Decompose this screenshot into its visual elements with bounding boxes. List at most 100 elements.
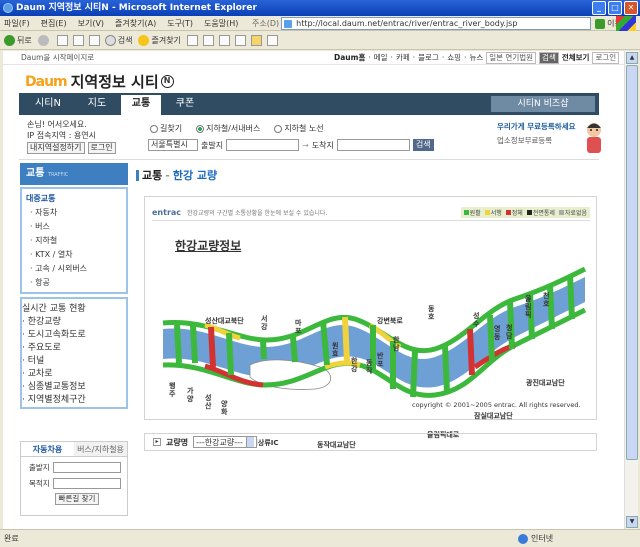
sidebar-section-public[interactable]: 대중교통 [22, 191, 126, 206]
menu-help[interactable]: 도움말(H) [204, 18, 238, 29]
nav-tab-cityn[interactable]: 시티N [25, 93, 71, 115]
cafe-link[interactable]: 카페 [396, 51, 410, 65]
go-arrow-icon [595, 18, 606, 29]
mail-icon[interactable] [202, 34, 214, 46]
bridge-seongsu[interactable] [467, 328, 475, 376]
sidebar-section-realtime[interactable]: 실시간 교통 현황 [22, 301, 126, 314]
to-label: 도착지 [311, 140, 334, 150]
radio-subway-bus[interactable]: 지하철/서내버스 [196, 123, 260, 134]
sidebar-item-regional-congestion[interactable]: · 지역별정체구간 [22, 392, 126, 405]
route-from-input[interactable] [52, 462, 121, 473]
favorites-button[interactable]: 즐겨찾기 [138, 34, 181, 46]
login-button[interactable]: 로그인 [87, 142, 116, 154]
top-search-input[interactable]: 일본 연기법원 [486, 52, 537, 64]
promo-banner[interactable]: 우리가게 무료등록하세요 업소정보무료등록 [497, 121, 607, 155]
news-link[interactable]: 뉴스 [469, 51, 483, 65]
sidebar-item-urban-expressway[interactable]: · 도시고속화도로 [22, 327, 126, 340]
sidebar-item-han-bridges[interactable]: · 한강교량 [22, 314, 126, 327]
bridge-cheonho[interactable] [567, 274, 575, 320]
set-homepage-link[interactable]: Daum을 시작페이지로 [21, 51, 94, 65]
bridge-haengju[interactable] [174, 324, 182, 364]
edit-icon[interactable] [234, 34, 246, 46]
sidebar-item-main-roads[interactable]: · 주요도로 [22, 340, 126, 353]
to-input[interactable] [336, 139, 410, 151]
bridge-hannam[interactable] [410, 350, 418, 398]
blog-link[interactable]: 블로그 [418, 51, 439, 65]
close-button[interactable]: ✕ [624, 1, 638, 15]
fast-route-button[interactable]: 빠른길 찾기 [55, 493, 99, 505]
sidebar-item-subway[interactable]: · 지하철 [22, 234, 126, 248]
bridge-gayang[interactable] [190, 324, 198, 364]
tab-car-route[interactable]: 자동차용 [21, 442, 74, 456]
shopping-link[interactable]: 쇼핑 [447, 51, 461, 65]
nav-tab-traffic[interactable]: 교통 [121, 95, 161, 115]
bridge-select-value: ---한강교량--- [196, 437, 243, 447]
menu-tools[interactable]: 도구(T) [167, 18, 193, 29]
sidebar-item-bus[interactable]: · 버스 [22, 220, 126, 234]
menu-view[interactable]: 보기(V) [78, 18, 104, 29]
view-all-link[interactable]: 전체보기 [562, 51, 590, 65]
bridge-yeongdong[interactable] [487, 314, 495, 362]
menu-file[interactable]: 파일(F) [4, 18, 30, 29]
menu-edit[interactable]: 편집(E) [41, 18, 67, 29]
home-icon[interactable] [88, 34, 100, 46]
search-button[interactable]: 검색 [104, 34, 132, 46]
bridge-seogang[interactable] [260, 339, 267, 360]
messenger-icon[interactable] [266, 34, 278, 46]
bridge-wonhyo[interactable] [320, 320, 330, 366]
sidebar-item-ktx[interactable]: · KTX / 열차 [22, 248, 126, 262]
bridge-map-panel: entrac 한강교량의 구간별 소통상황을 한눈에 보실 수 있습니다. 원활… [144, 196, 597, 449]
sidebar-item-intersections[interactable]: · 교차로 [22, 366, 126, 379]
scroll-down-icon[interactable]: ▼ [626, 516, 638, 528]
scroll-up-icon[interactable]: ▲ [626, 52, 638, 64]
zone-indicator: 인터넷 [518, 530, 553, 547]
menu-favorites[interactable]: 즐겨찾기(A) [115, 18, 156, 29]
label-cheongdam: 청담 [506, 324, 513, 340]
radio-subway-line[interactable]: 지하철 노선 [274, 123, 324, 134]
mail-link[interactable]: 메일 [374, 51, 388, 65]
search-submit-button[interactable]: 검색 [412, 139, 434, 151]
sidebar-item-tunnels[interactable]: · 터널 [22, 353, 126, 366]
tab-transit-route[interactable]: 버스/지하철용 [74, 442, 127, 456]
refresh-icon[interactable] [72, 34, 84, 46]
print-icon[interactable] [218, 34, 230, 46]
bridge-mapo[interactable] [290, 336, 298, 363]
sidebar-item-express-bus[interactable]: · 고속 / 시외버스 [22, 262, 126, 276]
vertical-scrollbar[interactable]: ▲ ▼ [624, 51, 638, 529]
bridge-hangang[interactable] [342, 316, 350, 364]
login-link[interactable]: 로그인 [592, 52, 620, 64]
set-region-button[interactable]: 내지역설정하기 [27, 142, 85, 154]
back-button[interactable]: 뒤로 [4, 34, 32, 46]
from-input[interactable] [226, 139, 300, 151]
forward-button[interactable] [37, 34, 51, 46]
address-input[interactable]: http://local.daum.net/entrac/river/entra… [281, 17, 592, 30]
site-logo[interactable]: Daum 지역정보 시티 N [25, 71, 174, 92]
label-jamsil-south: 잠실대교남단 [474, 412, 513, 420]
sidebar-item-air[interactable]: · 항공 [22, 276, 126, 290]
daum-home-link[interactable]: Daum홈 [334, 51, 365, 65]
site-title: 지역정보 시티 [70, 73, 159, 91]
stop-icon[interactable] [56, 34, 68, 46]
realtime-traffic-menu: 실시간 교통 현황 · 한강교량 · 도시고속화도로 · 주요도로 · 터널 ·… [20, 297, 128, 409]
nav-tab-coupon[interactable]: 쿠폰 [165, 93, 205, 115]
scroll-thumb[interactable] [626, 65, 638, 460]
main-nav: 시티N 지도 교통 쿠폰 시티N 비즈샵 [19, 93, 599, 115]
bridge-seongsan[interactable] [208, 326, 216, 368]
bridge-dongho[interactable] [442, 344, 450, 394]
maximize-button[interactable]: □ [608, 1, 622, 15]
radio-directions[interactable]: 길찾기 [150, 123, 182, 134]
bizshop-button[interactable]: 시티N 비즈샵 [491, 96, 595, 112]
history-icon[interactable] [186, 34, 198, 46]
folder-icon[interactable] [250, 34, 262, 46]
bridge-selector-bar: ▸ 교량명 ---한강교량--- [144, 433, 597, 451]
bridge-select[interactable]: ---한강교량--- [193, 436, 257, 448]
city-select[interactable]: 서울특별시 [148, 139, 198, 151]
sidebar-item-type-traffic[interactable]: · 심종별교통정보 [22, 379, 126, 392]
sidebar-item-car[interactable]: · 자동차 [22, 206, 126, 220]
greeting-text: 손님! 어서오세요. [27, 120, 87, 129]
minimize-button[interactable]: _ [592, 1, 606, 15]
nav-tab-map[interactable]: 지도 [75, 93, 119, 115]
route-to-input[interactable] [52, 478, 121, 489]
bridge-yanghwa[interactable] [226, 332, 234, 376]
top-search-button[interactable]: 검색 [539, 52, 559, 64]
